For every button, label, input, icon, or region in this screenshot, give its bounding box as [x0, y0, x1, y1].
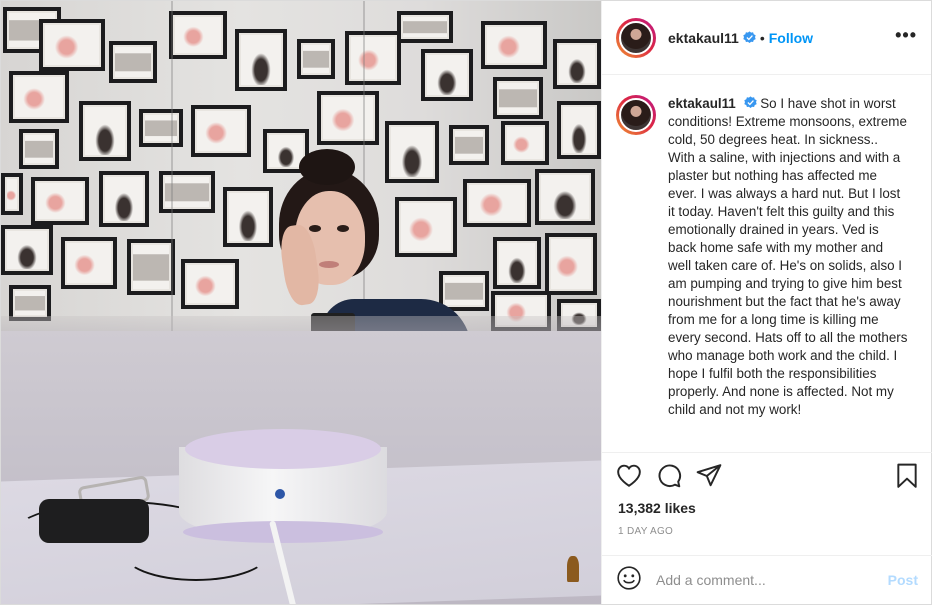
post-header: ektakaul11 • Follow •••	[602, 1, 931, 75]
follow-button[interactable]: Follow	[769, 30, 813, 46]
caption-avatar-ring[interactable]	[616, 95, 656, 135]
mirror-edge	[171, 1, 173, 331]
post-photo[interactable]	[1, 1, 601, 604]
username-link[interactable]: ektakaul11	[668, 30, 739, 46]
caption-username[interactable]: ektakaul11	[668, 96, 736, 111]
post-comment-button[interactable]: Post	[888, 572, 918, 588]
share-icon[interactable]	[696, 463, 722, 489]
emoji-icon[interactable]	[616, 565, 642, 591]
small-figurine	[567, 556, 579, 582]
woman-reflection	[251, 149, 481, 349]
separator-dot: •	[759, 29, 765, 46]
caption-avatar[interactable]	[619, 98, 653, 132]
instagram-post: ektakaul11 • Follow ••• ektakaul11 So I …	[0, 0, 932, 605]
bookmark-icon[interactable]	[894, 463, 920, 489]
action-bar: 13,382 likes 1 DAY AGO Post	[602, 452, 932, 604]
breast-pump-device	[179, 429, 387, 549]
caption: ektakaul11 So I have shot in worst condi…	[602, 75, 931, 453]
post-sidebar: ektakaul11 • Follow ••• ektakaul11 So I …	[601, 1, 932, 604]
verified-badge-icon	[743, 96, 757, 109]
comment-form: Post	[602, 555, 932, 604]
caption-text-block: ektakaul11 So I have shot in worst condi…	[668, 95, 908, 453]
pump-logo	[275, 489, 285, 499]
more-options-icon[interactable]: •••	[895, 26, 917, 44]
caption-text: So I have shot in worst conditions! Extr…	[668, 96, 908, 417]
comment-icon[interactable]	[656, 463, 682, 489]
comment-input[interactable]	[656, 572, 888, 588]
like-count[interactable]: 13,382 likes	[618, 500, 696, 516]
verified-badge-icon	[743, 31, 756, 44]
heart-icon[interactable]	[616, 463, 642, 489]
avatar[interactable]	[619, 20, 653, 55]
avatar-story-ring[interactable]	[616, 17, 656, 58]
post-timestamp[interactable]: 1 DAY AGO	[618, 526, 673, 537]
adapter-clip	[39, 475, 151, 545]
